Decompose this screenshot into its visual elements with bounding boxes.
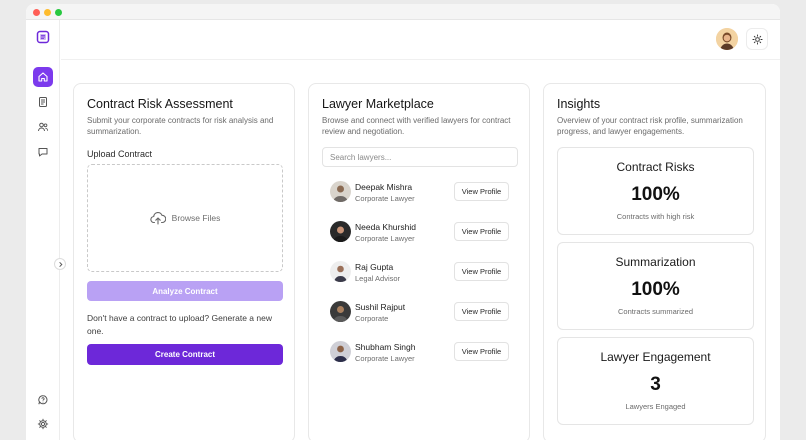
lawyer-name: Sushil Rajput	[355, 302, 406, 312]
lawyer-list-item: Sushil Rajput Corporate View Profile	[330, 299, 510, 325]
view-profile-button[interactable]: View Profile	[454, 342, 509, 361]
lawyer-avatar	[330, 341, 351, 362]
minimize-window-button[interactable]	[44, 9, 51, 16]
stat-subtitle: Contracts summarized	[617, 307, 694, 316]
marketplace-card-description: Browse and connect with verified lawyers…	[322, 116, 511, 136]
view-profile-button[interactable]: View Profile	[454, 302, 509, 321]
lawyer-marketplace-card: Lawyer Marketplace Browse and connect wi…	[308, 83, 530, 440]
lawyer-avatar	[330, 261, 351, 282]
lawyer-role: Corporate Lawyer	[355, 354, 415, 363]
stat-value: 100%	[631, 184, 680, 205]
lawyer-list-item: Raj Gupta Legal Advisor View Profile	[330, 259, 510, 285]
help-icon	[38, 395, 48, 405]
stat-value: 100%	[631, 279, 680, 300]
app-window: Contract Risk Assessment Submit your cor…	[26, 4, 780, 440]
lawyer-name: Needa Khurshid	[355, 222, 416, 232]
stat-title: Summarization	[615, 255, 696, 269]
view-profile-button[interactable]: View Profile	[454, 222, 509, 241]
contract-risk-card: Contract Risk Assessment Submit your cor…	[73, 83, 295, 440]
create-contract-button[interactable]: Create Contract	[87, 344, 283, 365]
lawyer-list-item: Shubham Singh Corporate Lawyer View Prof…	[330, 339, 510, 365]
lawyer-engagement-stat: Lawyer Engagement 3 Lawyers Engaged	[557, 337, 754, 425]
cloud-upload-icon	[150, 212, 166, 225]
lawyer-name: Deepak Mishra	[355, 182, 413, 192]
sidebar-item-settings[interactable]	[33, 414, 53, 434]
sidebar-toggle-button[interactable]	[54, 258, 66, 270]
sun-icon	[751, 33, 763, 45]
summarization-stat: Summarization 100% Contracts summarized	[557, 242, 754, 330]
gear-icon	[37, 418, 49, 430]
chat-icon	[38, 148, 48, 157]
file-dropzone[interactable]: Browse Files	[87, 164, 283, 272]
close-window-button[interactable]	[33, 9, 40, 16]
sidebar-item-users[interactable]	[33, 117, 53, 137]
home-icon	[38, 72, 48, 82]
search-lawyers-input[interactable]	[322, 147, 518, 167]
browse-files-label: Browse Files	[171, 213, 221, 223]
top-bar	[61, 20, 780, 60]
user-avatar[interactable]	[716, 28, 738, 50]
contract-risks-stat: Contract Risks 100% Contracts with high …	[557, 147, 754, 235]
maximize-window-button[interactable]	[55, 9, 62, 16]
sidebar-item-help[interactable]	[33, 390, 53, 410]
lawyer-list-item: Needa Khurshid Corporate Lawyer View Pro…	[330, 219, 510, 245]
view-profile-button[interactable]: View Profile	[454, 182, 509, 201]
stat-subtitle: Lawyers Engaged	[625, 402, 686, 411]
marketplace-card-title: Lawyer Marketplace	[322, 97, 434, 111]
view-profile-button[interactable]: View Profile	[454, 262, 509, 281]
insights-card-title: Insights	[557, 97, 601, 111]
insights-card-description: Overview of your contract risk profile, …	[557, 116, 743, 136]
lawyer-avatar	[330, 181, 351, 202]
stat-subtitle: Contracts with high risk	[616, 212, 695, 221]
lawyer-name: Raj Gupta	[355, 262, 394, 272]
document-icon	[39, 97, 47, 107]
insights-card: Insights Overview of your contract risk …	[543, 83, 766, 440]
sidebar-item-documents[interactable]	[33, 92, 53, 112]
stat-value: 3	[650, 374, 661, 395]
lawyer-avatar	[330, 221, 351, 242]
stat-title: Contract Risks	[616, 160, 695, 174]
app-logo-icon[interactable]	[36, 30, 50, 44]
theme-toggle-button[interactable]	[746, 28, 768, 50]
sidebar	[26, 20, 60, 440]
generate-contract-text: Don't have a contract to upload? Generat…	[87, 313, 272, 336]
lawyer-role: Corporate Lawyer	[355, 234, 415, 243]
lawyer-role: Legal Advisor	[355, 274, 401, 283]
users-icon	[38, 122, 49, 132]
upload-contract-label: Upload Contract	[87, 149, 153, 159]
sidebar-item-chat[interactable]	[33, 142, 53, 162]
analyze-contract-button[interactable]: Analyze Contract	[87, 281, 283, 301]
chevron-right-icon	[58, 261, 62, 267]
lawyer-avatar	[330, 301, 351, 322]
contract-card-description: Submit your corporate contracts for risk…	[87, 116, 274, 136]
title-bar	[26, 4, 780, 20]
sidebar-item-home[interactable]	[33, 67, 53, 87]
stat-title: Lawyer Engagement	[600, 350, 711, 364]
lawyer-role: Corporate	[355, 314, 389, 323]
lawyer-list-item: Deepak Mishra Corporate Lawyer View Prof…	[330, 179, 510, 205]
lawyer-name: Shubham Singh	[355, 342, 416, 352]
contract-card-title: Contract Risk Assessment	[87, 97, 233, 111]
lawyer-role: Corporate Lawyer	[355, 194, 415, 203]
